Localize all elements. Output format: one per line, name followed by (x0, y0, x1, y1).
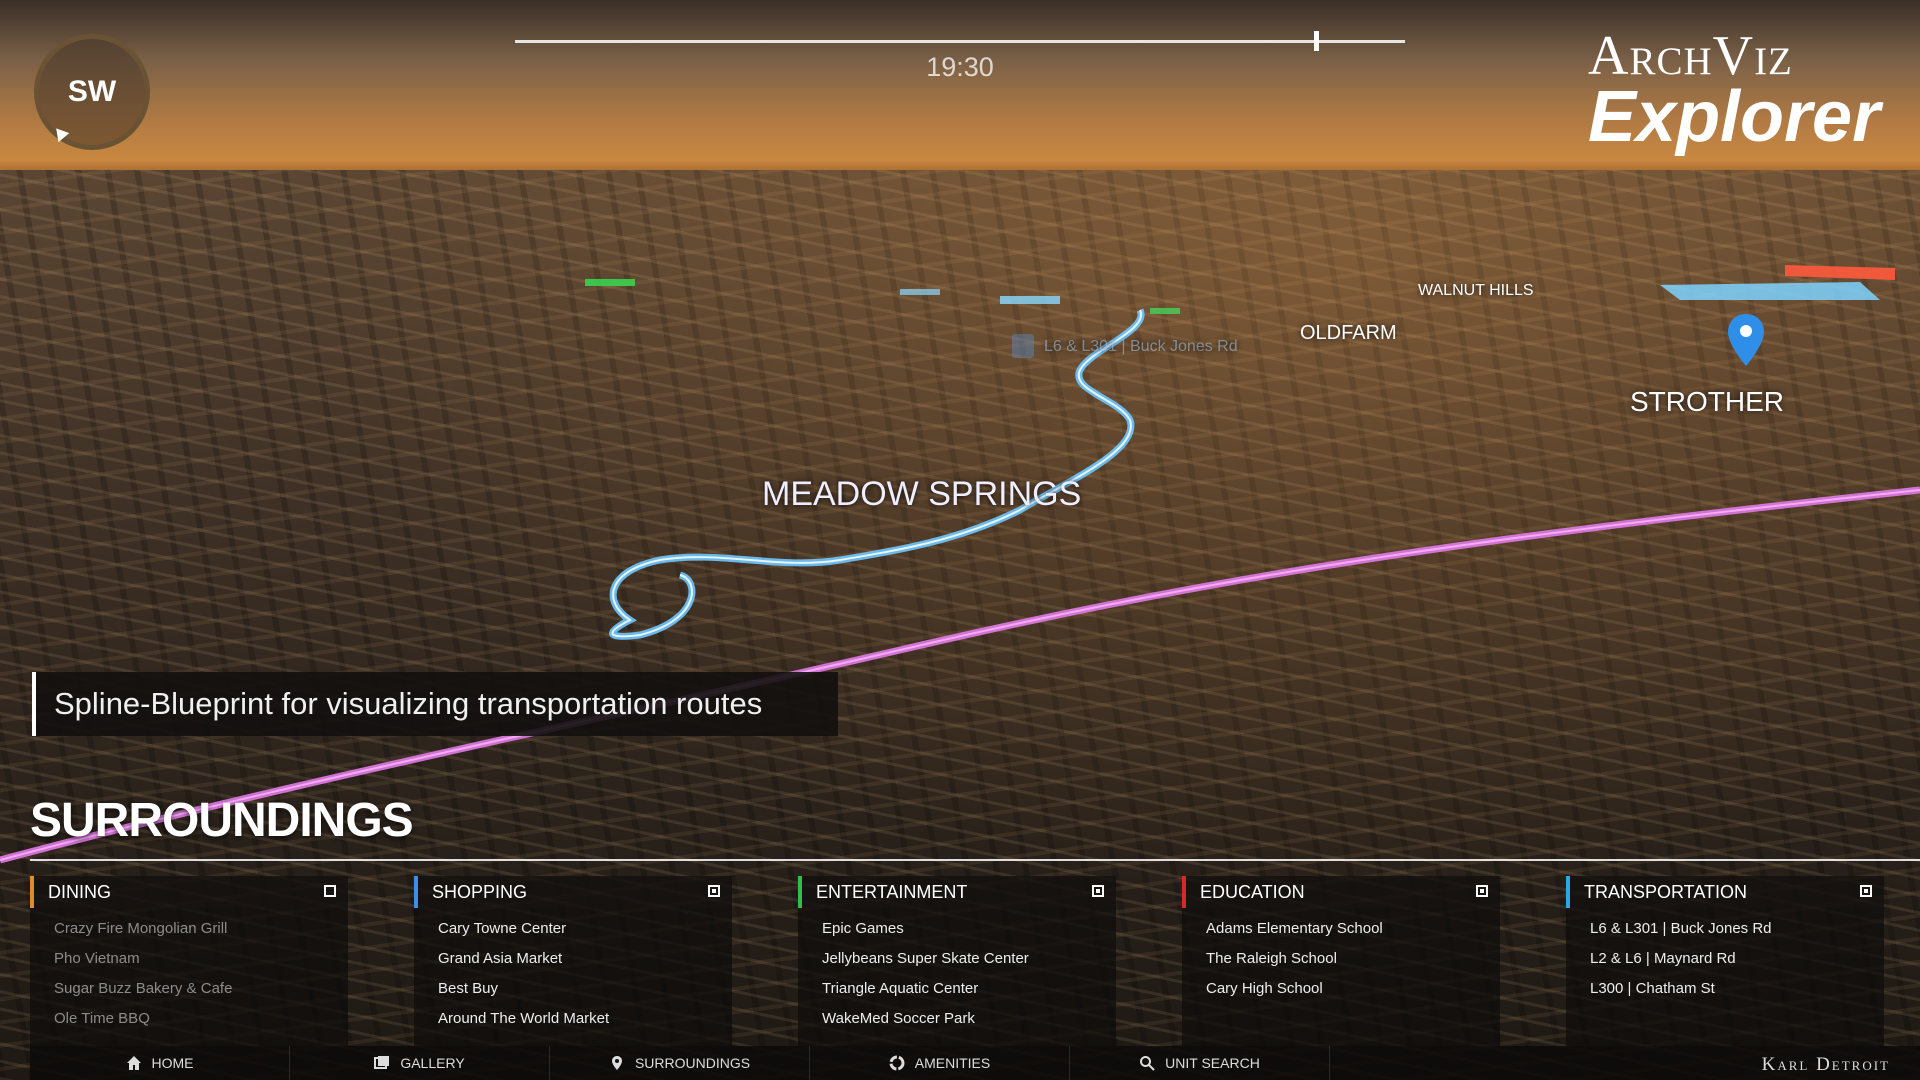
category-shopping: SHOPPING Cary Towne Center Grand Asia Ma… (414, 876, 732, 1046)
caption-text: Spline-Blueprint for visualizing transpo… (54, 686, 763, 721)
map-label-station[interactable]: L6 & L301 | Buck Jones Rd (1044, 338, 1238, 356)
list-item[interactable]: L6 & L301 | Buck Jones Rd (1590, 914, 1884, 944)
gallery-icon (374, 1056, 390, 1069)
list-item[interactable]: Triangle Aquatic Center (822, 974, 1116, 1004)
section-divider (30, 859, 1920, 861)
map-label-strother[interactable]: STROTHER (1630, 386, 1784, 418)
compass[interactable]: SW (34, 34, 150, 150)
app-logo: ArchViz Explorer (1588, 26, 1888, 157)
list-item[interactable]: Crazy Fire Mongolian Grill (54, 914, 348, 944)
list-item[interactable]: The Raleigh School (1206, 944, 1500, 974)
list-item[interactable]: Pho Vietnam (54, 944, 348, 974)
list-item[interactable]: Sugar Buzz Bakery & Cafe (54, 974, 348, 1004)
list-item[interactable]: Adams Elementary School (1206, 914, 1500, 944)
category-title: TRANSPORTATION (1584, 881, 1748, 902)
nav-tab-surroundings[interactable]: SURROUNDINGS (550, 1046, 810, 1080)
highlight-building-blue (1660, 282, 1880, 300)
logo-line-2: Explorer (1588, 77, 1881, 157)
category-checkbox[interactable] (324, 885, 336, 897)
nav-tab-label: SURROUNDINGS (634, 1055, 751, 1071)
category-header[interactable]: TRANSPORTATION (1566, 876, 1884, 908)
list-item[interactable]: Jellybeans Super Skate Center (822, 944, 1116, 974)
list-item[interactable]: Best Buy (438, 974, 732, 1004)
category-checkbox[interactable] (1476, 885, 1488, 897)
list-item[interactable]: Epic Games (822, 914, 1116, 944)
category-list: Crazy Fire Mongolian Grill Pho Vietnam S… (30, 908, 348, 1046)
category-title: ENTERTAINMENT (816, 881, 968, 902)
nav-tab-home[interactable]: HOME (30, 1046, 290, 1080)
category-header[interactable]: EDUCATION (1182, 876, 1500, 908)
nav-tab-amenities[interactable]: AMENITIES (810, 1046, 1070, 1080)
map-label-meadow-springs[interactable]: MEADOW SPRINGS (762, 475, 1081, 514)
category-checkbox[interactable] (708, 885, 720, 897)
category-checkbox[interactable] (1092, 885, 1104, 897)
category-list: Adams Elementary School The Raleigh Scho… (1182, 908, 1500, 1046)
category-list: L6 & L301 | Buck Jones Rd L2 & L6 | Mayn… (1566, 908, 1884, 1046)
category-dining: DINING Crazy Fire Mongolian Grill Pho Vi… (30, 876, 348, 1046)
list-item[interactable]: L2 & L6 | Maynard Rd (1590, 944, 1884, 974)
category-title: SHOPPING (432, 881, 528, 902)
caption-banner: Spline-Blueprint for visualizing transpo… (32, 672, 838, 736)
list-item[interactable]: Ole Time BBQ (54, 1004, 348, 1034)
category-education: EDUCATION Adams Elementary School The Ra… (1182, 876, 1500, 1046)
category-transportation: TRANSPORTATION L6 & L301 | Buck Jones Rd… (1566, 876, 1884, 1046)
bottom-nav: HOME GALLERY SURROUNDINGS AMENITIES UNIT… (30, 1046, 1920, 1080)
list-item[interactable]: WakeMed Soccer Park (822, 1004, 1116, 1034)
category-list: Cary Towne Center Grand Asia Market Best… (414, 908, 732, 1046)
category-header[interactable]: ENTERTAINMENT (798, 876, 1116, 908)
brand-name: Karl Detroit (1761, 1054, 1890, 1075)
highlight-building-green (585, 279, 635, 286)
home-icon (126, 1056, 141, 1070)
time-slider-handle[interactable] (1314, 31, 1319, 51)
category-header[interactable]: SHOPPING (414, 876, 732, 908)
category-entertainment: ENTERTAINMENT Epic Games Jellybeans Supe… (798, 876, 1116, 1046)
bus-stop-icon[interactable] (1012, 334, 1034, 358)
search-icon (1140, 1056, 1155, 1071)
list-item[interactable]: Cary Towne Center (438, 914, 732, 944)
category-title: DINING (48, 881, 111, 902)
category-header[interactable]: DINING (30, 876, 348, 908)
category-checkbox[interactable] (1860, 885, 1872, 897)
list-item[interactable]: Grand Asia Market (438, 944, 732, 974)
list-item[interactable]: Cary High School (1206, 974, 1500, 1004)
section-title: SURROUNDINGS (30, 794, 414, 847)
category-title: EDUCATION (1200, 881, 1305, 902)
list-item[interactable]: Around The World Market (438, 1004, 732, 1034)
location-pin-icon[interactable] (1726, 312, 1766, 368)
nav-tab-label: GALLERY (400, 1055, 465, 1071)
nav-tab-unit-search[interactable]: UNIT SEARCH (1070, 1046, 1330, 1080)
compass-direction: SW (67, 75, 117, 108)
highlight-building-red (1785, 265, 1895, 280)
category-list: Epic Games Jellybeans Super Skate Center… (798, 908, 1116, 1046)
nav-tab-label: UNIT SEARCH (1165, 1055, 1260, 1071)
nav-tab-gallery[interactable]: GALLERY (290, 1046, 550, 1080)
time-label: 19:30 (926, 52, 994, 82)
list-item[interactable]: L300 | Chatham St (1590, 974, 1884, 1004)
time-slider-track[interactable] (515, 40, 1405, 43)
location-pin-icon (611, 1056, 622, 1070)
nav-tab-label: HOME (151, 1055, 194, 1071)
map-label-walnut-hills[interactable]: WALNUT HILLS (1418, 282, 1534, 300)
amenities-icon (889, 1055, 905, 1071)
nav-tab-label: AMENITIES (914, 1055, 991, 1071)
map-label-oldfarm[interactable]: OLDFARM (1300, 322, 1397, 345)
